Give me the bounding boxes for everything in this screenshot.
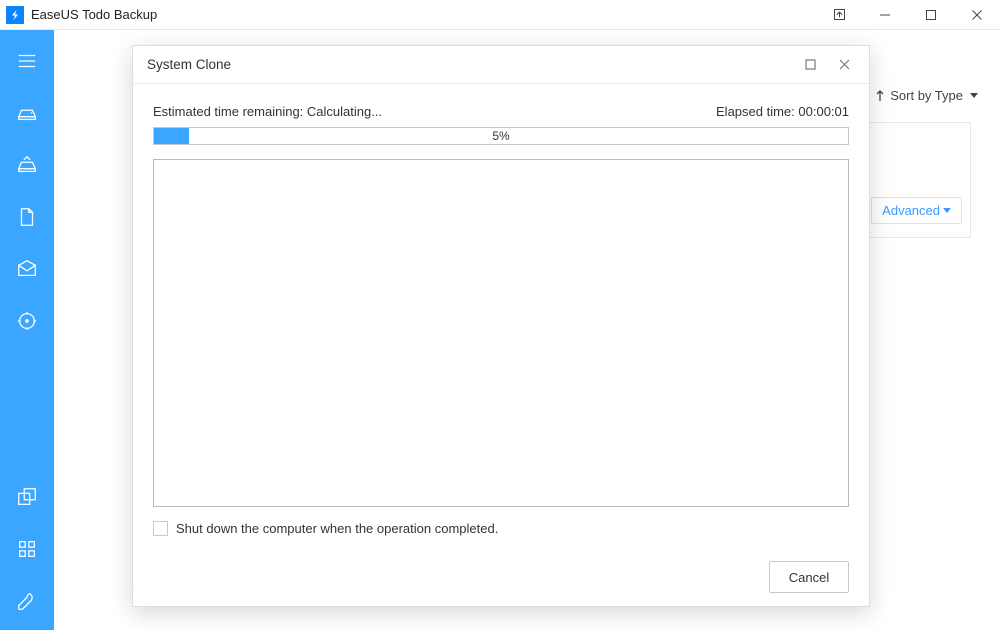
close-button[interactable] <box>954 0 1000 30</box>
sort-label: Sort by Type <box>890 88 963 103</box>
estimated-time: Estimated time remaining: Calculating... <box>153 104 382 119</box>
file-backup-icon[interactable] <box>0 194 54 240</box>
hamburger-menu-icon[interactable] <box>0 38 54 84</box>
dialog-body: Estimated time remaining: Calculating...… <box>133 84 869 548</box>
app-title: EaseUS Todo Backup <box>31 7 157 22</box>
elapsed-time-label: Elapsed time: <box>716 104 795 119</box>
shutdown-checkbox[interactable] <box>153 521 168 536</box>
shutdown-label: Shut down the computer when the operatio… <box>176 521 498 536</box>
dialog-footer: Cancel <box>133 548 869 606</box>
mail-backup-icon[interactable] <box>0 246 54 292</box>
progress-bar: 5% <box>153 127 849 145</box>
cancel-button[interactable]: Cancel <box>769 561 849 593</box>
log-output-box <box>153 159 849 507</box>
system-backup-icon[interactable] <box>0 142 54 188</box>
dialog-header: System Clone <box>133 46 869 84</box>
maximize-button[interactable] <box>908 0 954 30</box>
popout-button[interactable] <box>816 0 862 30</box>
dialog-maximize-button[interactable] <box>793 46 827 84</box>
sort-arrow-icon <box>874 90 886 102</box>
advanced-dropdown[interactable]: Advanced <box>871 197 962 224</box>
shutdown-option[interactable]: Shut down the computer when the operatio… <box>153 521 849 536</box>
sort-dropdown[interactable]: Sort by Type <box>874 88 978 103</box>
clone-icon[interactable] <box>0 474 54 520</box>
progress-percent-label: 5% <box>154 128 848 144</box>
titlebar: EaseUS Todo Backup <box>0 0 1000 30</box>
app-logo-icon <box>6 6 24 24</box>
chevron-down-icon <box>943 208 951 213</box>
dialog-title: System Clone <box>147 57 231 72</box>
advanced-label: Advanced <box>882 203 940 218</box>
elapsed-time: Elapsed time: 00:00:01 <box>716 104 849 119</box>
chevron-down-icon <box>970 93 978 98</box>
estimated-time-value: Calculating... <box>303 104 382 119</box>
cancel-button-label: Cancel <box>789 570 829 585</box>
system-clone-dialog: System Clone Estimated time remaining: C… <box>132 45 870 607</box>
elapsed-time-value: 00:00:01 <box>795 104 849 119</box>
sidebar <box>0 30 54 630</box>
tools-grid-icon[interactable] <box>0 526 54 572</box>
dialog-close-button[interactable] <box>827 46 861 84</box>
smart-backup-icon[interactable] <box>0 298 54 344</box>
minimize-button[interactable] <box>862 0 908 30</box>
status-row: Estimated time remaining: Calculating...… <box>153 104 849 119</box>
settings-wrench-icon[interactable] <box>0 578 54 624</box>
disk-backup-icon[interactable] <box>0 90 54 136</box>
estimated-time-label: Estimated time remaining: <box>153 104 303 119</box>
